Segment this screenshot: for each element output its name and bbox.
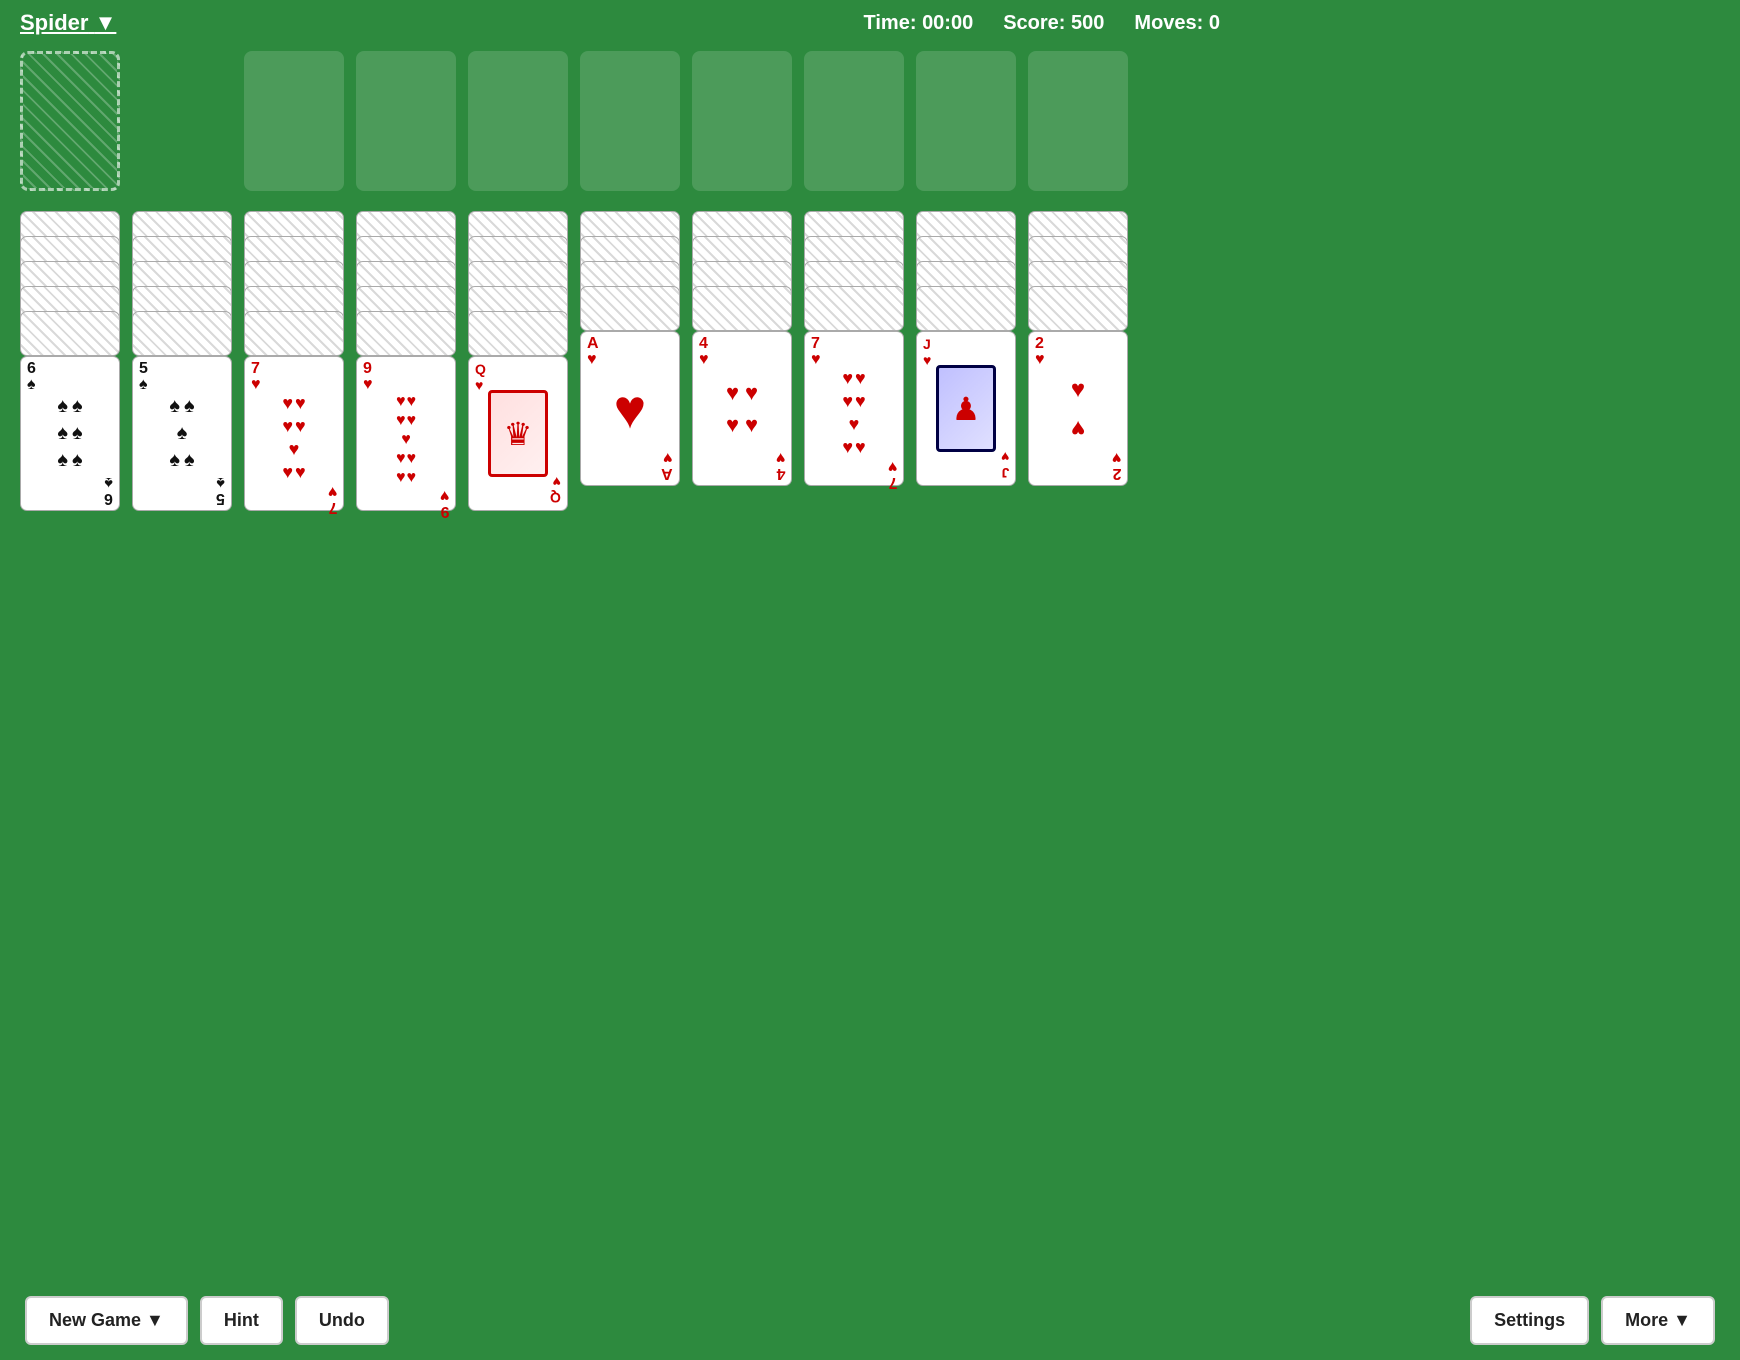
card-face-4-hearts[interactable]: 4♥ ♥♥ ♥♥ 4♥ <box>692 331 792 486</box>
card-back <box>916 286 1016 331</box>
card-face-queen-hearts[interactable]: Q♥ ♛ Q♥ <box>468 356 568 511</box>
top-area <box>0 51 1240 191</box>
foundation-pile-2[interactable] <box>356 51 456 191</box>
undo-button[interactable]: Undo <box>295 1296 389 1345</box>
stock-pile[interactable] <box>20 51 120 191</box>
card-back <box>1028 286 1128 331</box>
card-face-2-hearts[interactable]: 2♥ ♥ ♥ 2♥ <box>1028 331 1128 486</box>
foundation-pile-3[interactable] <box>468 51 568 191</box>
tableau-column-9: 2♥ ♥ ♥ 2♥ <box>1028 211 1128 511</box>
card-face-5-spades[interactable]: 5♠ ♠♠ ♠ ♠♠ 5♠ <box>132 356 232 511</box>
tableau-column-4: Q♥ ♛ Q♥ <box>468 211 568 511</box>
foundation-pile-7[interactable] <box>916 51 1016 191</box>
card-face-jack-hearts[interactable]: J♥ ♟ J♥ <box>916 331 1016 486</box>
title-text: Spider <box>20 10 88 35</box>
tableau-column-0: 6♠ ♠♠ ♠♠ ♠♠ 6♠ <box>20 211 120 511</box>
header: Spider ▼ Time: 00:00 Score: 500 Moves: 0 <box>0 0 1240 46</box>
card-back <box>132 311 232 356</box>
new-game-button[interactable]: New Game ▼ <box>25 1296 188 1345</box>
tableau-column-7: 7♥ ♥♥ ♥♥ ♥ ♥♥ 7♥ <box>804 211 904 511</box>
time-display: Time: 00:00 <box>864 12 974 35</box>
footer-right: Settings More ▼ <box>1470 1296 1715 1345</box>
gap <box>132 51 232 191</box>
score-display: Score: 500 <box>1003 12 1104 35</box>
settings-button[interactable]: Settings <box>1470 1296 1589 1345</box>
footer-left: New Game ▼ Hint Undo <box>25 1296 389 1345</box>
tableau-column-2: 7♥ ♥♥ ♥♥ ♥ ♥♥ 7♥ <box>244 211 344 511</box>
card-back <box>20 311 120 356</box>
card-face-7-hearts[interactable]: 7♥ ♥♥ ♥♥ ♥ ♥♥ 7♥ <box>244 356 344 511</box>
foundation-pile-4[interactable] <box>580 51 680 191</box>
foundation-pile-6[interactable] <box>804 51 904 191</box>
card-face-9-hearts[interactable]: 9♥ ♥♥ ♥♥ ♥ ♥♥ ♥♥ 9♥ <box>356 356 456 511</box>
card-back <box>804 286 904 331</box>
card-back <box>580 286 680 331</box>
foundation-pile-5[interactable] <box>692 51 792 191</box>
foundation-pile-8[interactable] <box>1028 51 1128 191</box>
card-back <box>356 311 456 356</box>
tableau-column-5: A♥ ♥ A♥ <box>580 211 680 511</box>
game-stats: Time: 00:00 Score: 500 Moves: 0 <box>864 12 1220 35</box>
tableau-column-6: 4♥ ♥♥ ♥♥ 4♥ <box>692 211 792 511</box>
title-arrow: ▼ <box>95 10 117 35</box>
tableau-column-1: 5♠ ♠♠ ♠ ♠♠ 5♠ <box>132 211 232 511</box>
card-face-ace-hearts[interactable]: A♥ ♥ A♥ <box>580 331 680 486</box>
footer: New Game ▼ Hint Undo Settings More ▼ <box>0 1281 1740 1360</box>
more-button[interactable]: More ▼ <box>1601 1296 1715 1345</box>
moves-display: Moves: 0 <box>1134 12 1220 35</box>
game-title[interactable]: Spider ▼ <box>20 10 116 36</box>
hint-button[interactable]: Hint <box>200 1296 283 1345</box>
card-back <box>244 311 344 356</box>
card-face-7-hearts-2[interactable]: 7♥ ♥♥ ♥♥ ♥ ♥♥ 7♥ <box>804 331 904 486</box>
tableau: 6♠ ♠♠ ♠♠ ♠♠ 6♠ 5♠ ♠♠ ♠ ♠♠ <box>0 201 1240 521</box>
foundation-pile-1[interactable] <box>244 51 344 191</box>
card-back <box>692 286 792 331</box>
tableau-column-8: J♥ ♟ J♥ <box>916 211 1016 511</box>
card-face-6-spades[interactable]: 6♠ ♠♠ ♠♠ ♠♠ 6♠ <box>20 356 120 511</box>
card-back <box>468 311 568 356</box>
tableau-column-3: 9♥ ♥♥ ♥♥ ♥ ♥♥ ♥♥ 9♥ <box>356 211 456 511</box>
